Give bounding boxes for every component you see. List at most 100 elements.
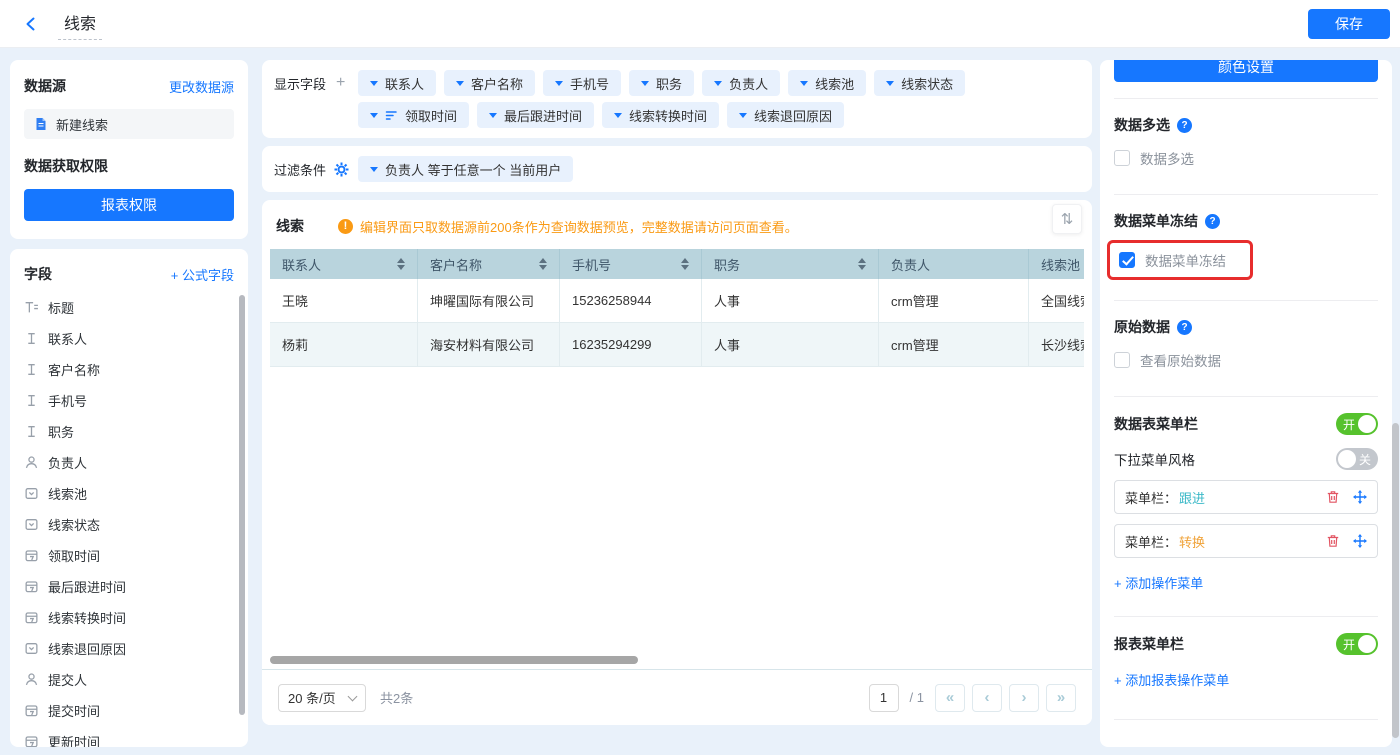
field-list-item[interactable]: 标题 xyxy=(24,292,234,323)
sort-carets-icon[interactable] xyxy=(681,258,689,270)
field-list-item[interactable]: 提交人 xyxy=(24,664,234,695)
save-button[interactable]: 保存 xyxy=(1308,9,1390,39)
field-item-label: 线索转换时间 xyxy=(48,608,126,627)
page-title[interactable]: 线索 xyxy=(58,8,102,40)
display-field-chip[interactable]: 领取时间 xyxy=(358,102,469,128)
column-header[interactable]: 客户名称 xyxy=(418,249,560,279)
fields-scrollbar[interactable] xyxy=(239,295,245,715)
dropdown-style-toggle-off[interactable]: 关 xyxy=(1336,448,1378,470)
menu-item-value: 跟进 xyxy=(1179,488,1205,507)
sort-carets-icon[interactable] xyxy=(397,258,405,270)
field-list-item[interactable]: 线索退回原因 xyxy=(24,633,234,664)
last-page-button[interactable]: » xyxy=(1046,684,1076,712)
chevron-down-icon[interactable] xyxy=(614,113,622,118)
next-page-button[interactable]: › xyxy=(1009,684,1039,712)
table-menu-toggle-on[interactable]: 开 xyxy=(1336,413,1378,435)
window-scrollbar[interactable] xyxy=(1392,423,1399,738)
field-list-item[interactable]: 职务 xyxy=(24,416,234,447)
row-sort-toggle-button[interactable]: ⇅ xyxy=(1052,204,1082,234)
filter-condition-chip[interactable]: 负责人 等于任意一个 当前用户 xyxy=(358,156,573,182)
table-horizontal-scrollbar[interactable] xyxy=(270,656,638,664)
field-list-item[interactable]: 联系人 xyxy=(24,323,234,354)
prev-page-button[interactable]: ‹ xyxy=(972,684,1002,712)
column-header[interactable]: 线索池 xyxy=(1029,249,1084,279)
chevron-down-icon[interactable] xyxy=(456,81,464,86)
gear-icon[interactable] xyxy=(334,162,349,177)
display-field-chip[interactable]: 职务 xyxy=(629,70,694,96)
table-cell: 15236258944 xyxy=(560,279,702,322)
field-list-item[interactable]: 线索转换时间 xyxy=(24,602,234,633)
display-field-chip[interactable]: 客户名称 xyxy=(444,70,535,96)
chevron-down-icon[interactable] xyxy=(714,81,722,86)
field-type-icon xyxy=(24,362,39,377)
column-header[interactable]: 手机号 xyxy=(560,249,702,279)
report-permission-button[interactable]: 报表权限 xyxy=(24,189,234,221)
color-settings-button[interactable]: 颜色设置 xyxy=(1114,60,1378,82)
field-list-item[interactable]: 线索池 xyxy=(24,478,234,509)
checkbox-unchecked[interactable] xyxy=(1114,352,1130,368)
move-icon[interactable] xyxy=(1353,534,1367,548)
field-list-item[interactable]: 线索状态 xyxy=(24,509,234,540)
chevron-down-icon[interactable] xyxy=(370,167,378,172)
field-type-icon xyxy=(24,300,39,315)
delete-icon[interactable] xyxy=(1326,490,1340,504)
chevron-down-icon[interactable] xyxy=(641,81,649,86)
column-header[interactable]: 联系人 xyxy=(270,249,418,279)
field-list-item[interactable]: 更新时间 xyxy=(24,726,234,747)
back-button[interactable] xyxy=(18,11,44,37)
multi-select-checkbox-row[interactable]: 数据多选 xyxy=(1114,148,1378,168)
field-list-item[interactable]: 最后跟进时间 xyxy=(24,571,234,602)
menu-bar-item[interactable]: 菜单栏： 转换 xyxy=(1114,524,1378,558)
chevron-down-icon[interactable] xyxy=(739,113,747,118)
display-field-chip[interactable]: 线索池 xyxy=(788,70,866,96)
display-field-chip[interactable]: 线索转换时间 xyxy=(602,102,719,128)
delete-icon[interactable] xyxy=(1326,534,1340,548)
help-icon[interactable]: ? xyxy=(1177,118,1192,133)
menu-bar-item[interactable]: 菜单栏： 跟进 xyxy=(1114,480,1378,514)
chevron-down-icon[interactable] xyxy=(800,81,808,86)
change-datasource-link[interactable]: 更改数据源 xyxy=(169,77,234,96)
checkbox-checked[interactable] xyxy=(1119,252,1135,268)
display-field-chip[interactable]: 线索状态 xyxy=(874,70,965,96)
column-header[interactable]: 职务 xyxy=(702,249,879,279)
display-field-chip[interactable]: 负责人 xyxy=(702,70,780,96)
field-list-item[interactable]: 负责人 xyxy=(24,447,234,478)
field-list-item[interactable]: 领取时间 xyxy=(24,540,234,571)
preview-title: 线索 xyxy=(276,216,338,236)
chevron-down-icon[interactable] xyxy=(370,113,378,118)
page-size-select[interactable]: 20 条/页 xyxy=(278,684,366,712)
chevron-down-icon[interactable] xyxy=(370,81,378,86)
field-list-item[interactable]: 手机号 xyxy=(24,385,234,416)
field-list-item[interactable]: 客户名称 xyxy=(24,354,234,385)
sort-carets-icon[interactable] xyxy=(858,258,866,270)
display-field-chip[interactable]: 线索退回原因 xyxy=(727,102,844,128)
field-type-icon xyxy=(24,455,39,470)
display-field-chip[interactable]: 最后跟进时间 xyxy=(477,102,594,128)
add-formula-field-link[interactable]: + 公式字段 xyxy=(171,265,234,284)
table-row[interactable]: 杨莉 海安材料有限公司 16235294299 人事 crm管理 长沙线索 xyxy=(270,323,1084,367)
add-action-menu-link[interactable]: + 添加操作菜单 xyxy=(1114,573,1378,592)
help-icon[interactable]: ? xyxy=(1177,320,1192,335)
report-menu-title: 报表菜单栏 xyxy=(1114,634,1184,654)
current-page-input[interactable]: 1 xyxy=(869,684,899,712)
report-menu-toggle-on[interactable]: 开 xyxy=(1336,633,1378,655)
add-display-field-button[interactable]: + xyxy=(336,75,345,91)
table-cell: crm管理 xyxy=(879,323,1029,366)
sort-carets-icon[interactable] xyxy=(539,258,547,270)
chevron-down-icon[interactable] xyxy=(555,81,563,86)
chevron-down-icon[interactable] xyxy=(886,81,894,86)
checkbox-unchecked[interactable] xyxy=(1114,150,1130,166)
field-item-label: 客户名称 xyxy=(48,360,100,379)
table-row[interactable]: 王晓 坤曜国际有限公司 15236258944 人事 crm管理 全国线索 xyxy=(270,279,1084,323)
field-list-item[interactable]: 提交时间 xyxy=(24,695,234,726)
add-report-action-menu-link[interactable]: + 添加报表操作菜单 xyxy=(1114,670,1378,689)
move-icon[interactable] xyxy=(1353,490,1367,504)
column-header[interactable]: 负责人 xyxy=(879,249,1029,279)
datasource-item[interactable]: 新建线索 xyxy=(24,109,234,139)
chevron-down-icon[interactable] xyxy=(489,113,497,118)
raw-data-checkbox-row[interactable]: 查看原始数据 xyxy=(1114,350,1378,370)
first-page-button[interactable]: « xyxy=(935,684,965,712)
display-field-chip[interactable]: 联系人 xyxy=(358,70,436,96)
help-icon[interactable]: ? xyxy=(1205,214,1220,229)
display-field-chip[interactable]: 手机号 xyxy=(543,70,621,96)
